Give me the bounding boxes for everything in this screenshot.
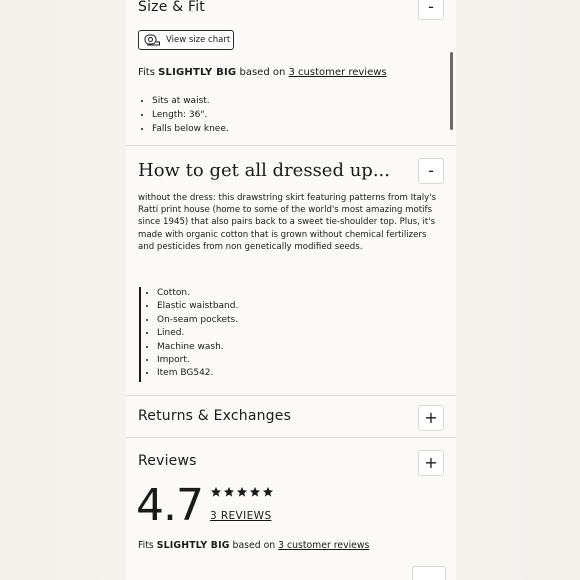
- reviews-count-link[interactable]: 3 REVIEWS: [210, 510, 272, 522]
- fits-prefix: Fits: [138, 67, 155, 78]
- fits-mid: based on: [232, 540, 276, 551]
- star-icon: [237, 487, 247, 497]
- fits-mid: based on: [239, 67, 286, 78]
- customer-reviews-link[interactable]: 3 customer reviews: [289, 67, 387, 78]
- size-fit-bullets: Sits at waist. Length: 36". Falls below …: [140, 94, 229, 136]
- fit-summary: Fits SLIGHTLY BIG based on 3 customer re…: [138, 67, 387, 78]
- divider: [126, 145, 456, 146]
- measuring-tape-icon: [144, 34, 160, 46]
- reviews-title: Reviews: [138, 453, 197, 469]
- product-description: without the dress: this drawstring skirt…: [138, 193, 437, 252]
- star-icon: [211, 487, 221, 497]
- size-fit-title: Size & Fit: [138, 0, 205, 15]
- scrollbar[interactable]: [450, 52, 453, 130]
- customer-reviews-link[interactable]: 3 customer reviews: [278, 540, 369, 551]
- list-item: Item BG542.: [157, 367, 238, 380]
- star-rating: [210, 486, 274, 498]
- reviews-expand-button[interactable]: +: [418, 450, 444, 476]
- returns-expand-button[interactable]: +: [418, 405, 444, 431]
- divider: [126, 437, 456, 438]
- view-size-chart-button[interactable]: View size chart: [138, 30, 234, 50]
- star-icon: [224, 487, 234, 497]
- star-icon: [250, 487, 260, 497]
- description-title: How to get all dressed up...: [138, 160, 390, 181]
- list-item: Elastic waistband.: [157, 300, 238, 313]
- reviews-fit-summary: Fits SLIGHTLY BIG based on 3 customer re…: [138, 540, 369, 551]
- list-item: Sits at waist.: [152, 94, 229, 108]
- list-item: Lined.: [157, 327, 238, 340]
- list-item: On-seam pockets.: [157, 314, 238, 327]
- list-item: Falls below knee.: [152, 122, 229, 136]
- description-collapse-button[interactable]: -: [418, 158, 444, 184]
- fits-value: SLIGHTLY BIG: [156, 540, 230, 551]
- star-icon: [263, 487, 273, 497]
- list-item: Import.: [157, 354, 238, 367]
- list-item: Length: 36".: [152, 108, 229, 122]
- partial-button[interactable]: [412, 566, 446, 580]
- fits-prefix: Fits: [138, 540, 154, 551]
- size-fit-collapse-button[interactable]: -: [418, 0, 444, 20]
- returns-title: Returns & Exchanges: [138, 408, 292, 424]
- background-right: [454, 0, 580, 580]
- background-left: [0, 0, 126, 580]
- divider: [126, 395, 456, 396]
- fits-value: SLIGHTLY BIG: [158, 67, 237, 78]
- average-rating: 4.7: [136, 480, 204, 531]
- list-item: Cotton.: [157, 287, 238, 300]
- view-size-chart-label: View size chart: [166, 35, 231, 45]
- list-item: Machine wash.: [157, 341, 238, 354]
- product-details-panel: Size & Fit - View size chart Fits SLIGHT…: [126, 0, 456, 580]
- feature-list: Cotton. Elastic waistband. On-seam pocke…: [139, 287, 238, 382]
